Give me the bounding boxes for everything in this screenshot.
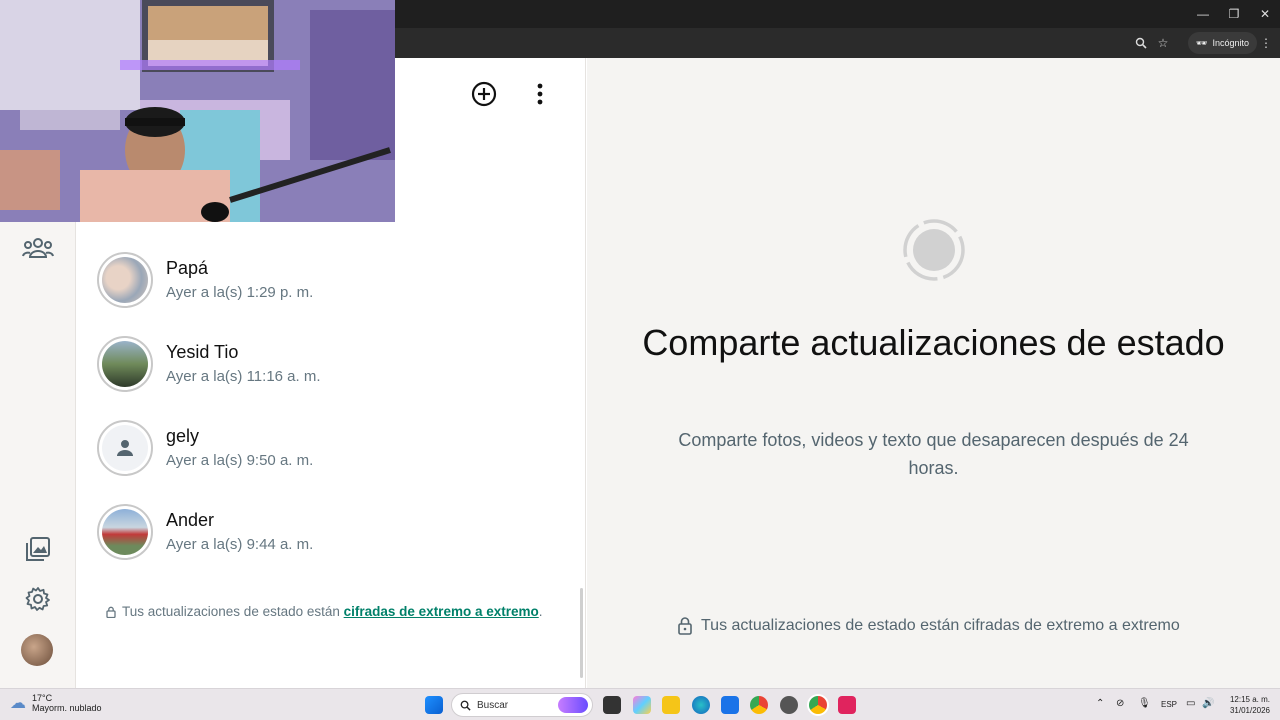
scrollbar[interactable] — [580, 588, 583, 678]
taskbar: ☁ 17°C Mayorm. nublado Buscar ⌃ ⊘ 🎙 ESP … — [0, 688, 1280, 720]
add-status-icon[interactable] — [470, 80, 498, 108]
status-item[interactable]: Ander Ayer a la(s) 9:44 a. m. — [96, 502, 566, 562]
taskbar-search[interactable]: Buscar — [451, 693, 593, 717]
webcam-feed-image — [0, 0, 395, 222]
volume-icon[interactable]: 🔊 — [1202, 698, 1214, 709]
incognito-badge[interactable]: 🕶 Incógnito — [1188, 32, 1257, 54]
language-indicator[interactable]: ESP — [1161, 700, 1177, 709]
network-icon[interactable]: ⊘ — [1116, 698, 1124, 709]
store-icon[interactable] — [721, 696, 739, 714]
settings-gear-icon[interactable] — [20, 581, 56, 617]
avatar — [97, 504, 153, 560]
encryption-footer-text: Tus actualizaciones de estado están cifr… — [701, 617, 1180, 634]
restore-icon[interactable]: ❐ — [1219, 4, 1249, 24]
chrome-active-icon[interactable] — [809, 696, 827, 714]
status-time: Ayer a la(s) 11:16 a. m. — [166, 368, 321, 385]
encryption-link[interactable]: cifradas de extremo a extremo — [344, 604, 539, 619]
more-options-icon[interactable] — [526, 80, 554, 108]
weather-desc: Mayorm. nublado — [32, 703, 102, 713]
status-time: Ayer a la(s) 1:29 p. m. — [166, 284, 314, 301]
encryption-footer: Tus actualizaciones de estado están cifr… — [677, 616, 1190, 636]
page-subtitle: Comparte fotos, videos y texto que desap… — [678, 430, 1189, 478]
communities-icon[interactable] — [20, 230, 56, 266]
task-view-icon[interactable] — [603, 696, 621, 714]
display-icon[interactable]: ▭ — [1186, 698, 1195, 709]
taskbar-clock[interactable]: 12:15 a. m. 31/01/2026 — [1222, 694, 1270, 716]
clock-date: 31/01/2026 — [1229, 706, 1270, 715]
default-person-icon — [117, 440, 133, 456]
search-placeholder: Buscar — [477, 699, 509, 711]
clock-time: 12:15 a. m. — [1229, 695, 1270, 704]
status-item[interactable]: Papá Ayer a la(s) 1:29 p. m. — [96, 250, 566, 310]
status-item[interactable]: Yesid Tio Ayer a la(s) 11:16 a. m. — [96, 334, 566, 394]
weather-temp: 17°C — [32, 693, 53, 703]
profile-avatar[interactable] — [21, 634, 53, 666]
incognito-icon: 🕶 — [1196, 37, 1208, 48]
avatar — [97, 252, 153, 308]
contact-name: Papá — [166, 258, 209, 278]
status-empty-state: Comparte actualizaciones de estado Compa… — [587, 58, 1280, 688]
microphone-icon[interactable]: 🎙 — [1138, 698, 1151, 709]
search-highlight-icon — [558, 697, 588, 713]
page-title: Comparte actualizaciones de estado — [642, 322, 1225, 363]
encryption-note-suffix: . — [538, 604, 543, 619]
file-explorer-icon[interactable] — [662, 696, 680, 714]
incognito-label: Incógnito — [1212, 38, 1249, 48]
search-icon — [460, 700, 471, 711]
close-icon[interactable]: ✕ — [1250, 4, 1280, 24]
minimize-icon[interactable]: — — [1188, 4, 1218, 24]
lock-icon — [106, 606, 116, 618]
tray-chevron-icon[interactable]: ⌃ — [1096, 698, 1104, 709]
chrome-profile-icon[interactable] — [780, 696, 798, 714]
status-icon — [903, 219, 965, 281]
bookmark-star-icon[interactable]: ☆ — [1153, 33, 1173, 53]
cloud-sun-icon: ☁ — [10, 695, 26, 712]
contact-name: gely — [166, 426, 200, 446]
chrome-icon[interactable] — [750, 696, 768, 714]
contact-name: Ander — [166, 510, 215, 530]
status-time: Ayer a la(s) 9:50 a. m. — [166, 452, 314, 469]
status-item[interactable]: gely Ayer a la(s) 9:50 a. m. — [96, 418, 566, 478]
encryption-note-text: Tus actualizaciones de estado están — [122, 604, 344, 619]
weather-widget[interactable]: ☁ 17°C Mayorm. nublado — [10, 693, 102, 713]
edge-icon[interactable] — [692, 696, 710, 714]
tiktok-icon[interactable] — [838, 696, 856, 714]
avatar — [97, 336, 153, 392]
zoom-icon[interactable] — [1131, 33, 1151, 53]
lock-icon — [678, 617, 692, 635]
browser-menu-icon[interactable]: ⋮ — [1256, 33, 1276, 53]
media-gallery-icon[interactable] — [20, 531, 56, 567]
avatar — [97, 420, 153, 476]
contact-name: Yesid Tio — [166, 342, 239, 362]
status-time: Ayer a la(s) 9:44 a. m. — [166, 536, 314, 553]
webcam-overlay — [0, 0, 395, 222]
copilot-icon[interactable] — [633, 696, 651, 714]
windows-start-icon[interactable] — [425, 696, 443, 714]
encryption-note: Tus actualizaciones de estado están cifr… — [106, 604, 566, 619]
